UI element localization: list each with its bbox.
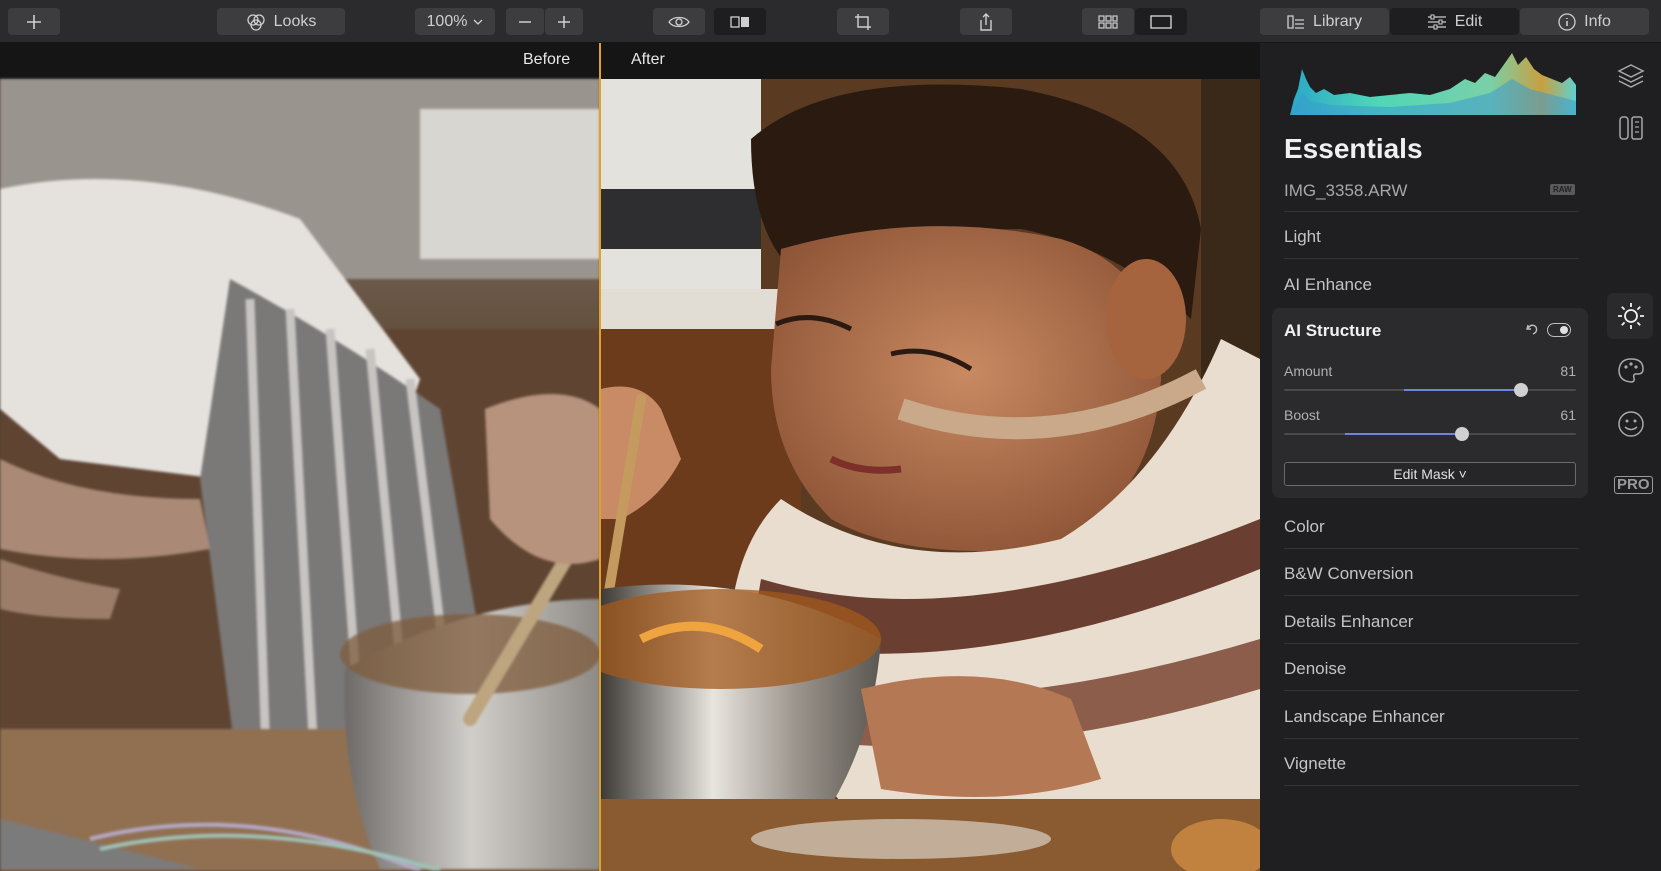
divider: [1284, 690, 1579, 691]
view-mode-group: [1082, 8, 1187, 35]
ai-structure-title[interactable]: AI Structure: [1284, 321, 1381, 341]
tab-library-label: Library: [1313, 12, 1362, 30]
boost-slider-fill: [1345, 433, 1463, 435]
zoom-value: 100%: [426, 12, 468, 30]
minus-icon: [519, 20, 531, 23]
section-vignette[interactable]: Vignette: [1284, 754, 1346, 774]
zoom-select[interactable]: 100%: [415, 8, 495, 35]
face-icon: [1618, 411, 1644, 437]
after-label: After: [631, 51, 665, 68]
layers-icon: [1617, 64, 1645, 88]
canvas-tools-button[interactable]: [1616, 113, 1646, 143]
portrait-button[interactable]: [1616, 409, 1646, 439]
amount-slider-handle[interactable]: [1513, 383, 1528, 397]
tab-info-label: Info: [1584, 12, 1611, 30]
essentials-button[interactable]: [1616, 301, 1646, 331]
zoom-out-button[interactable]: [506, 8, 544, 35]
grid-icon: [1098, 14, 1118, 29]
divider: [1284, 258, 1579, 259]
crop-icon: [855, 13, 871, 30]
divider: [1284, 738, 1579, 739]
file-name: IMG_3358.ARW: [1284, 181, 1408, 200]
crop-tools-icon: [1619, 116, 1643, 140]
amount-value: 81: [1560, 363, 1576, 379]
plus-icon: [558, 15, 570, 28]
amount-label: Amount: [1284, 363, 1333, 379]
looks-icon: [246, 13, 265, 31]
pro-button[interactable]: PRO: [1614, 476, 1653, 494]
sun-icon: [1618, 303, 1644, 329]
panel-title: Essentials: [1284, 133, 1423, 164]
section-details-enhancer[interactable]: Details Enhancer: [1284, 612, 1413, 632]
boost-label: Boost: [1284, 407, 1320, 423]
palette-icon: [1618, 358, 1644, 383]
raw-badge: RAW: [1550, 184, 1575, 195]
boost-slider[interactable]: [1284, 427, 1576, 441]
add-button[interactable]: [8, 8, 60, 35]
divider: [1284, 548, 1579, 549]
before-label: Before: [523, 51, 571, 68]
section-color[interactable]: Color: [1284, 517, 1325, 537]
split-view-icon: [730, 15, 749, 28]
boost-value: 61: [1560, 407, 1576, 423]
info-icon: [1558, 12, 1576, 31]
before-image: [0, 79, 600, 871]
share-icon: [980, 12, 992, 31]
looks-label: Looks: [273, 12, 317, 30]
tool-rail: PRO: [1599, 43, 1661, 871]
section-light[interactable]: Light: [1284, 227, 1321, 247]
before-after-bar: Before After: [0, 43, 1260, 79]
chevron-down-icon: [473, 19, 483, 25]
section-landscape-enhancer[interactable]: Landscape Enhancer: [1284, 707, 1445, 727]
single-image-icon: [1150, 14, 1172, 29]
divider: [1284, 595, 1579, 596]
ai-structure-card: AI Structure Amount 81 Boost 61 Edit Mas…: [1272, 308, 1588, 498]
eye-icon: [668, 16, 690, 27]
divider: [1284, 211, 1579, 212]
share-button[interactable]: [960, 8, 1012, 35]
reset-icon[interactable]: [1524, 321, 1540, 337]
tab-library[interactable]: Library: [1260, 8, 1389, 35]
photo-preview: [0, 79, 1260, 871]
before-photo-graphic: [0, 79, 600, 871]
divider: [1284, 643, 1579, 644]
plus-icon: [27, 14, 41, 29]
section-ai-enhance[interactable]: AI Enhance: [1284, 275, 1372, 295]
before-after-divider[interactable]: [599, 43, 601, 871]
tab-edit-label: Edit: [1454, 12, 1483, 30]
single-view-button[interactable]: [1135, 8, 1187, 35]
grid-view-button[interactable]: [1082, 8, 1134, 35]
tab-info[interactable]: Info: [1520, 8, 1649, 35]
sliders-icon: [1427, 14, 1446, 29]
tab-edit[interactable]: Edit: [1390, 8, 1519, 35]
amount-slider[interactable]: [1284, 383, 1576, 397]
divider: [1284, 785, 1579, 786]
edit-mask-button[interactable]: Edit Mask ˅: [1284, 462, 1576, 486]
section-bw-conversion[interactable]: B&W Conversion: [1284, 564, 1413, 584]
boost-slider-handle[interactable]: [1455, 427, 1470, 441]
edit-panel: Essentials IMG_3358.ARW RAW Light AI Enh…: [1260, 43, 1599, 871]
toggle-knob: [1560, 326, 1568, 334]
amount-slider-fill: [1403, 389, 1521, 391]
zoom-in-button[interactable]: [545, 8, 583, 35]
creative-button[interactable]: [1616, 355, 1646, 385]
after-image: [601, 79, 1260, 871]
after-photo-graphic: [601, 79, 1260, 871]
layers-button[interactable]: [1616, 61, 1646, 91]
histogram: [1290, 53, 1576, 115]
mode-tabs: Library Edit Info: [1260, 8, 1649, 35]
preview-button[interactable]: [653, 8, 705, 35]
looks-button[interactable]: Looks: [217, 8, 345, 35]
library-icon: [1287, 14, 1305, 29]
image-canvas[interactable]: Before After: [0, 43, 1260, 871]
compare-split-button[interactable]: [714, 8, 766, 35]
crop-button[interactable]: [837, 8, 889, 35]
top-toolbar: Looks 100% Library Edit Info: [0, 0, 1661, 43]
section-denoise[interactable]: Denoise: [1284, 659, 1346, 679]
visibility-toggle[interactable]: [1547, 323, 1571, 337]
